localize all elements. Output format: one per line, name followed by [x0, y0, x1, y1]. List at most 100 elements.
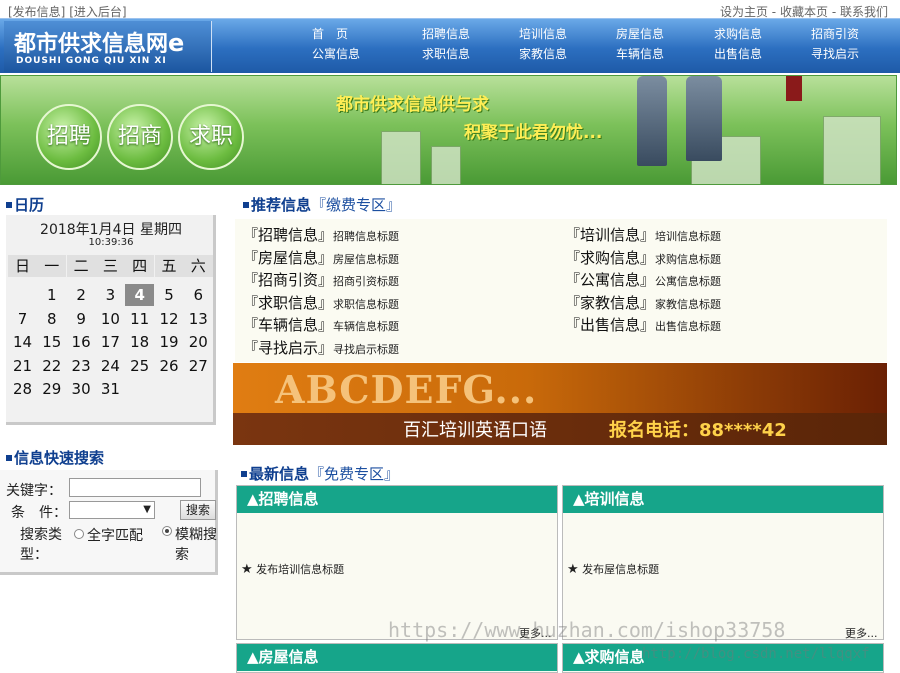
recommend-category: 『招商引资』	[243, 271, 334, 289]
calendar-day[interactable]: 31	[96, 378, 125, 400]
more-link[interactable]: 更多...	[845, 625, 878, 641]
recommend-category: 『公寓信息』	[565, 271, 656, 289]
set-homepage-link[interactable]: 设为主页	[720, 5, 768, 19]
banner-button-recruit[interactable]: 招聘	[36, 104, 102, 170]
recommend-item[interactable]: 『家教信息』家教信息标题	[565, 292, 721, 313]
calendar-weekday-row: 日一二三四五六	[8, 255, 214, 277]
calendar-day[interactable]: 12	[155, 308, 184, 330]
recommend-item[interactable]: 『求购信息』求购信息标题	[565, 247, 721, 268]
list-item[interactable]: ★ 发布培训信息标题	[241, 561, 344, 577]
recommend-item[interactable]: 『公寓信息』公寓信息标题	[565, 269, 721, 290]
condition-select[interactable]: ▼	[69, 501, 155, 519]
site-logo[interactable]: 都市供求信息网e DOUSHI GONG QIU XIN XI	[4, 21, 212, 72]
calendar-day[interactable]: 8	[37, 308, 66, 330]
calendar-day[interactable]: 21	[8, 355, 37, 377]
recommend-item[interactable]: 『出售信息』出售信息标题	[565, 314, 721, 335]
nav-item[interactable]: 寻找启示	[811, 45, 859, 62]
nav-item[interactable]: 房屋信息	[616, 25, 664, 42]
recommend-item[interactable]: 『招商引资』招商引资标题	[243, 269, 399, 290]
calendar-day[interactable]: 4	[125, 284, 155, 306]
ad-banner[interactable]: ABCDEFG... 百汇培训英语口语 报名电话：88****42	[233, 363, 887, 445]
calendar-day[interactable]: 11	[125, 308, 154, 330]
recommend-item[interactable]: 『寻找启示』寻找启示标题	[243, 337, 399, 358]
calendar-day[interactable]: 3	[96, 284, 125, 306]
calendar-day[interactable]: 20	[184, 331, 213, 353]
calendar-day[interactable]: 1	[37, 284, 66, 306]
nav-item[interactable]: 招商引资	[811, 25, 859, 42]
nav-item[interactable]: 出售信息	[714, 45, 762, 62]
recommend-item[interactable]: 『车辆信息』车辆信息标题	[243, 314, 399, 335]
calendar-weekday: 二	[66, 255, 96, 277]
search-button[interactable]: 搜索	[180, 500, 216, 520]
nav-item[interactable]: 培训信息	[519, 25, 567, 42]
calendar-day[interactable]: 25	[125, 355, 154, 377]
calendar-time: 10:39:36	[88, 237, 134, 248]
publish-link[interactable]: [发布信息]	[8, 5, 65, 19]
nav-item[interactable]: 招聘信息	[422, 25, 470, 42]
recommend-item-title: 车辆信息标题	[333, 320, 400, 333]
banner-slogan-1: 都市供求信息供与求	[336, 95, 489, 115]
recommend-item[interactable]: 『求职信息』求职信息标题	[243, 292, 399, 313]
calendar-day[interactable]: 15	[37, 331, 66, 353]
recommend-item-title: 房屋信息标题	[333, 252, 400, 266]
panel-head[interactable]: ▲房屋信息	[237, 644, 557, 671]
panel-head[interactable]: ▲培训信息	[563, 486, 883, 513]
calendar-title: 日历	[6, 194, 44, 215]
calendar-day[interactable]: 26	[155, 355, 184, 377]
calendar-day[interactable]: 16	[67, 331, 96, 353]
calendar-day	[155, 378, 184, 400]
building-illustration	[381, 131, 421, 184]
nav-item[interactable]: 家教信息	[519, 45, 567, 62]
calendar-day[interactable]: 7	[8, 308, 37, 330]
calendar-day[interactable]: 2	[67, 284, 96, 306]
calendar-day	[8, 284, 37, 306]
building-illustration	[823, 116, 881, 184]
panel-head[interactable]: ▲招聘信息	[237, 486, 557, 513]
nav-item[interactable]: 公寓信息	[312, 45, 360, 62]
recommend-category: 『家教信息』	[565, 293, 656, 312]
banner-button-invest[interactable]: 招商	[107, 104, 173, 170]
calendar-day[interactable]: 30	[67, 378, 96, 400]
contact-link[interactable]: 联系我们	[840, 5, 888, 19]
calendar-day[interactable]: 5	[155, 284, 184, 306]
banner-button-jobseek[interactable]: 求职	[178, 104, 244, 170]
admin-link[interactable]: [进入后台]	[69, 5, 126, 19]
keyword-label: 关键字：	[6, 483, 62, 499]
recommend-item[interactable]: 『房屋信息』房屋信息标题	[243, 247, 399, 268]
bookmark-link[interactable]: 收藏本页	[780, 5, 828, 19]
calendar-date: 2018年1月4日 星期四	[40, 222, 182, 238]
calendar-day[interactable]: 22	[37, 355, 66, 377]
keyword-input[interactable]	[69, 478, 201, 497]
calendar-day[interactable]: 6	[184, 284, 213, 306]
calendar-day[interactable]: 27	[184, 355, 213, 377]
nav-item[interactable]: 求购信息	[714, 25, 762, 42]
calendar-day[interactable]: 13	[184, 308, 213, 330]
calendar-week-row: 14 15 16 17 18 19 20	[8, 331, 214, 353]
calendar-day[interactable]: 17	[96, 331, 125, 353]
recommend-item[interactable]: 『培训信息』培训信息标题	[565, 224, 721, 245]
panel-training: ▲培训信息 ★ 发布屋信息标题 更多...	[562, 485, 884, 640]
calendar-weekday: 一	[37, 255, 67, 277]
calendar-day[interactable]: 18	[125, 331, 154, 353]
calendar-day[interactable]: 9	[67, 308, 96, 330]
calendar-day[interactable]: 23	[67, 355, 96, 377]
recommend-item[interactable]: 『招聘信息』招聘信息标题	[243, 224, 399, 245]
top-bar: [发布信息] [进入后台] 设为主页 - 收藏本页 - 联系我们	[0, 0, 900, 20]
calendar-day[interactable]: 29	[37, 378, 66, 400]
radio-icon	[74, 529, 84, 539]
nav-item[interactable]: 求职信息	[422, 45, 470, 62]
nav-item[interactable]: 车辆信息	[616, 45, 664, 62]
nav-item[interactable]: 首 页	[312, 25, 348, 42]
list-item[interactable]: ★ 发布屋信息标题	[567, 561, 659, 577]
briefcase-icon	[786, 76, 802, 101]
calendar-day[interactable]: 19	[155, 331, 184, 353]
calendar-day[interactable]: 10	[96, 308, 125, 330]
calendar-day[interactable]: 24	[96, 355, 125, 377]
radio-label: 模糊搜索	[175, 527, 217, 563]
radio-fuzzy[interactable]: 模糊搜索	[162, 525, 223, 565]
latest-title: 最新信息『免费专区』	[241, 463, 399, 484]
calendar-day[interactable]: 14	[8, 331, 37, 353]
recommend-list: 『招聘信息』招聘信息标题 『房屋信息』房屋信息标题 『招商引资』招商引资标题 『求职信…	[235, 219, 887, 362]
radio-full-match[interactable]: 全字匹配	[74, 525, 143, 545]
calendar-day[interactable]: 28	[8, 378, 37, 400]
